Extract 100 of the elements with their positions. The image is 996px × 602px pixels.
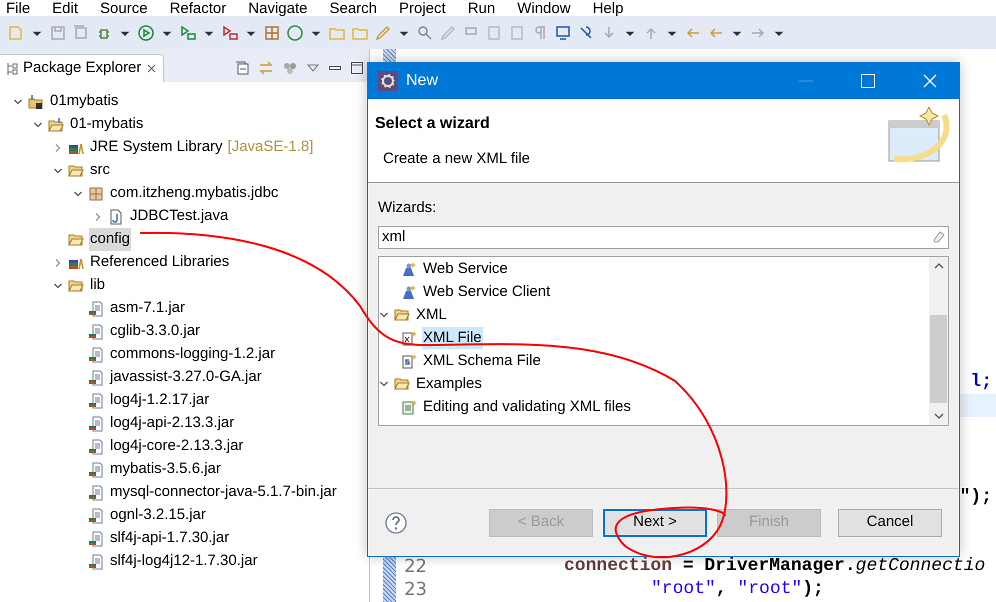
menu-item[interactable]: Run (468, 1, 496, 16)
tree-item[interactable]: slf4j-log4j12-1.7.30.jar (109, 550, 259, 573)
dialog-heading: Select a wizard (375, 114, 491, 134)
chevron-down-icon[interactable] (13, 96, 23, 106)
chevron-down-icon[interactable] (73, 188, 83, 198)
tree-item[interactable]: JDBCTest.java (129, 205, 230, 228)
tree-item[interactable]: slf4j-api-1.7.30.jar (109, 527, 230, 550)
maximize-icon[interactable] (351, 62, 363, 74)
dialog-button[interactable]: Cancel (838, 508, 942, 536)
external-tool-icon[interactable] (222, 24, 238, 40)
jar-file-icon (88, 392, 104, 408)
sparkle-document-icon (401, 353, 417, 369)
link-arrows-icon[interactable] (259, 61, 273, 75)
wizard-item[interactable]: Editing and validating XML files (422, 396, 632, 418)
chevron-down-icon[interactable] (379, 310, 389, 320)
view-tab[interactable]: Package Explorer (0, 54, 164, 82)
open-folder-icon (68, 162, 84, 178)
package-icon[interactable] (264, 24, 280, 40)
close-icon[interactable] (146, 63, 158, 74)
tree-item[interactable]: Referenced Libraries (89, 251, 230, 274)
jar-file-icon (88, 416, 104, 432)
chevron-down-icon[interactable] (33, 120, 43, 130)
jar-file-icon (88, 484, 104, 500)
jar-file-icon (88, 438, 104, 454)
java-file-icon (108, 208, 124, 224)
tree-item[interactable]: lib (89, 274, 106, 297)
gear-icon (378, 71, 398, 91)
menu-item[interactable]: Help (592, 1, 624, 16)
sparkle-figure-icon (401, 284, 417, 300)
scrollbar-thumb[interactable] (930, 314, 947, 402)
dialog-button[interactable]: Next > (603, 508, 707, 536)
menu-item[interactable]: Navigate (248, 1, 308, 16)
menu-item[interactable]: Refactor (170, 1, 226, 16)
chevron-right-icon[interactable] (53, 258, 63, 268)
tree-item[interactable]: commons-logging-1.2.jar (109, 343, 276, 366)
tree-item[interactable]: mybatis-3.5.6.jar (109, 458, 222, 481)
sparkle-document-icon (401, 330, 417, 346)
view-menu-icon[interactable] (307, 64, 319, 72)
tree-item[interactable]: JRE System Library [JavaSE-1.8] (89, 136, 314, 159)
pencil-icon[interactable] (375, 24, 391, 40)
wizard-item[interactable]: Web Service (422, 258, 509, 280)
run-icon[interactable] (138, 24, 154, 40)
code-line: connection = DriverManager.getConnectio (564, 555, 986, 578)
scrollbar[interactable] (929, 256, 948, 424)
open-folder-icon (48, 116, 64, 132)
code-line: "root", "root"); (651, 578, 824, 601)
tree-item[interactable]: log4j-api-2.13.3.jar (109, 412, 236, 435)
chevron-down-icon[interactable] (379, 379, 389, 389)
jar-file-icon (88, 554, 104, 570)
minimize-icon[interactable] (329, 66, 341, 70)
collapse-all-icon[interactable] (235, 61, 249, 75)
tree-item[interactable]: javassist-3.27.0-GA.jar (109, 366, 263, 389)
sparkle-document-icon (401, 399, 417, 415)
package-tree-icon (6, 62, 18, 76)
tree-item[interactable]: ognl-3.2.15.jar (109, 504, 207, 527)
filter-input[interactable]: xml (378, 226, 949, 248)
wizard-item[interactable]: XML Schema File (422, 350, 542, 372)
search-icon[interactable] (417, 24, 433, 40)
chevron-down-icon[interactable] (53, 280, 63, 290)
code-line: "); (960, 486, 992, 509)
jar-file-icon (88, 324, 104, 340)
jar-file-icon (88, 300, 104, 316)
menu-item[interactable]: Window (517, 1, 571, 16)
tree-item[interactable]: mysql-connector-java-5.1.7-bin.jar (109, 481, 338, 504)
tree-item[interactable]: src (89, 159, 111, 182)
eraser-icon[interactable] (933, 231, 945, 243)
menu-item[interactable]: Search (329, 1, 377, 16)
open-folder-icon (68, 278, 84, 294)
menu-item[interactable]: Edit (52, 1, 78, 16)
tree-item[interactable]: 01mybatis (49, 90, 120, 113)
wizard-item[interactable]: XML (415, 304, 448, 326)
chevron-right-icon[interactable] (53, 142, 63, 152)
wizard-item[interactable]: Web Service Client (422, 280, 552, 304)
save-all-icon[interactable] (73, 24, 89, 40)
dialog-title: New (406, 71, 438, 91)
tree-item[interactable]: log4j-core-2.13.3.jar (109, 435, 244, 458)
monitor-icon[interactable] (555, 24, 571, 40)
chevron-right-icon[interactable] (93, 212, 103, 222)
tree-item[interactable]: 01-mybatis (69, 113, 144, 136)
wizards-label: Wizards: (378, 198, 438, 218)
wizard-item[interactable]: Examples (415, 372, 483, 396)
menu-item[interactable]: Source (100, 1, 148, 16)
tree-item[interactable]: com.itzheng.mybatis.jdbc (109, 182, 280, 205)
wizard-item[interactable]: XML File (422, 326, 483, 350)
tree-item[interactable]: log4j-1.2.17.jar (109, 389, 210, 412)
tree-item[interactable]: cglib-3.3.0.jar (109, 320, 202, 343)
tree-item[interactable]: asm-7.1.jar (109, 297, 186, 320)
chevron-down-icon[interactable] (53, 166, 63, 176)
filter-icon[interactable] (283, 61, 297, 75)
jar-file-icon (88, 508, 104, 524)
jar-file-icon (88, 370, 104, 386)
sparkle-figure-icon (401, 261, 417, 277)
save-icon[interactable] (50, 24, 66, 40)
tree-item[interactable]: config (89, 228, 132, 251)
menu-item[interactable]: File (6, 1, 30, 16)
help-icon[interactable] (385, 512, 407, 534)
run-coverage-icon[interactable] (180, 24, 196, 40)
package-icon (88, 186, 104, 202)
menu-item[interactable]: Project (399, 1, 446, 16)
jar-file-icon (88, 530, 104, 546)
